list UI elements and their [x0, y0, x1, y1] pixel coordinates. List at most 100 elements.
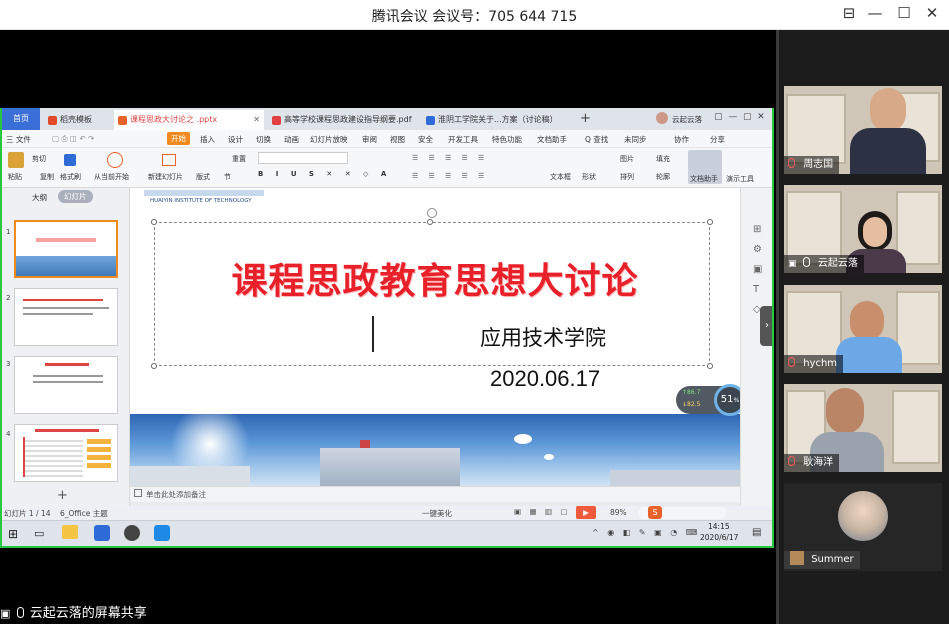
- resize-handle[interactable]: [707, 219, 713, 225]
- close-tab-icon[interactable]: ✕: [253, 110, 260, 130]
- quick-access-icons[interactable]: ▢ ⎙ ◫ ↶ ↷: [52, 134, 94, 144]
- picture-button[interactable]: 图片: [620, 154, 634, 164]
- search-button[interactable]: Q 查找: [585, 134, 608, 145]
- font-name-select[interactable]: [258, 152, 348, 164]
- menu-tab-devtools[interactable]: 开发工具: [448, 134, 478, 145]
- menu-tab-security[interactable]: 安全: [418, 134, 433, 145]
- side-tool-icons[interactable]: ⊞ ⚙ ▣ T ◇: [753, 220, 762, 320]
- menu-tab-review[interactable]: 审阅: [362, 134, 377, 145]
- slide-thumbnail-4[interactable]: [14, 424, 118, 482]
- copy-button[interactable]: 复制: [40, 172, 54, 182]
- maximize-button[interactable]: ☐: [891, 2, 917, 26]
- reset-button[interactable]: 重置: [232, 154, 246, 164]
- rotate-handle[interactable]: [427, 208, 437, 218]
- notes-bar[interactable]: 单击此处添加备注: [130, 486, 740, 502]
- close-button[interactable]: ✕: [919, 2, 945, 26]
- resize-handle[interactable]: [151, 219, 157, 225]
- resize-handle[interactable]: [427, 219, 433, 225]
- slide-editing-area: HUAIYIN INSTITUTE OF TECHNOLOGY 课程思政教育思想…: [130, 188, 740, 506]
- cut-button[interactable]: 剪切: [32, 154, 46, 164]
- add-slide-button[interactable]: +: [57, 488, 68, 503]
- play-slideshow-button[interactable]: ▶: [576, 506, 596, 519]
- slide-subtitle[interactable]: 应用技术学院: [480, 322, 606, 352]
- slide-title[interactable]: 课程思政教育思想大讨论: [190, 252, 680, 304]
- outline-button[interactable]: 轮廓: [656, 172, 670, 182]
- participant-video-tile[interactable]: 耿海洋: [784, 384, 942, 472]
- layout-button[interactable]: 版式: [196, 172, 210, 182]
- paragraph-buttons[interactable]: ☰ ☰ ☰ ☰ ☰: [412, 154, 488, 162]
- beautify-button[interactable]: 一键美化: [422, 508, 452, 519]
- menu-tab-doc-assistant[interactable]: 文档助手: [537, 134, 567, 145]
- unsynced-status[interactable]: 未同步: [624, 134, 647, 145]
- campus-banner-image: [130, 414, 740, 488]
- account-avatar[interactable]: [656, 112, 668, 124]
- share-button[interactable]: 分享: [710, 134, 725, 145]
- section-button[interactable]: 节: [224, 172, 231, 182]
- wps-app-icon[interactable]: [94, 525, 110, 541]
- participant-name: 周志国: [803, 159, 834, 170]
- new-tab-button[interactable]: +: [580, 111, 591, 126]
- slides-tab[interactable]: 幻灯片: [58, 190, 93, 203]
- menu-file[interactable]: 三 文件: [6, 134, 31, 145]
- presentation-tools-button[interactable]: 演示工具: [726, 174, 754, 184]
- arrange-button[interactable]: 排列: [620, 172, 634, 182]
- menu-tab-features[interactable]: 特色功能: [492, 134, 522, 145]
- menu-tab-home[interactable]: 开始: [167, 132, 190, 145]
- resize-handle[interactable]: [707, 363, 713, 369]
- slide-date[interactable]: 2020.06.17: [490, 366, 600, 392]
- font-style-buttons[interactable]: B I U S ✕ ✕ ◇ A: [258, 170, 391, 178]
- text-box-button[interactable]: 文本框: [550, 172, 571, 182]
- menu-tab-view[interactable]: 视图: [390, 134, 405, 145]
- wps-window-controls[interactable]: ▢ — ▢ ✕: [714, 112, 765, 122]
- wps-menubar: 三 文件 ▢ ⎙ ◫ ↶ ↷ 开始 插入 设计 切换 动画 幻灯片放映 审阅 视…: [2, 130, 772, 148]
- new-slide-icon: [162, 154, 176, 166]
- paste-button[interactable]: 粘贴: [8, 172, 22, 182]
- tencent-meeting-taskbar-icon[interactable]: [154, 525, 170, 541]
- pin-button[interactable]: ⊟: [836, 2, 862, 26]
- notification-icon[interactable]: ▤: [752, 527, 761, 538]
- file-explorer-icon[interactable]: [62, 525, 78, 539]
- menu-tab-transition[interactable]: 切换: [256, 134, 271, 145]
- view-mode-buttons[interactable]: ▣ ▦ ▥ ▢: [514, 507, 571, 516]
- download-speed: ↓82.5: [682, 401, 701, 408]
- minimize-button[interactable]: —: [862, 2, 888, 26]
- wps-home-tab[interactable]: 首页: [2, 108, 40, 130]
- windows-start-icon[interactable]: ⊞: [8, 527, 18, 541]
- sogou-ime-icon[interactable]: S: [648, 506, 662, 519]
- shapes-button[interactable]: 形状: [582, 172, 596, 182]
- wps-tab-doc[interactable]: 淮阴工学院关于...方案（讨论稿）: [422, 110, 572, 130]
- participant-avatar-tile[interactable]: Summer: [784, 483, 942, 571]
- collaborate-button[interactable]: 协作: [674, 134, 689, 145]
- menu-tab-animation[interactable]: 动画: [284, 134, 299, 145]
- play-from-current-button[interactable]: 从当前开始: [94, 172, 129, 182]
- wps-ribbon: 粘贴 剪切 复制 格式刷 从当前开始 新建幻灯片 版式 节 重置 B I U S…: [2, 148, 772, 188]
- doc-assistant-button[interactable]: 文档助手: [690, 174, 718, 184]
- slide-canvas[interactable]: 课程思政教育思想大讨论 应用技术学院 2020.06.17: [130, 208, 740, 488]
- format-painter-button[interactable]: 格式刷: [60, 172, 81, 182]
- menu-tab-insert[interactable]: 插入: [200, 134, 215, 145]
- zoom-level[interactable]: 89%: [610, 508, 627, 517]
- new-slide-button[interactable]: 新建幻灯片: [148, 172, 183, 182]
- task-view-icon[interactable]: ▭: [34, 527, 44, 540]
- slide-thumbnail-2[interactable]: [14, 288, 118, 346]
- participant-video-tile[interactable]: ▣ 云起云落: [784, 185, 942, 273]
- notes-placeholder[interactable]: 单击此处添加备注: [146, 489, 206, 500]
- system-tray-icons[interactable]: ^ ◉ ◧ ✎ ▣ ◔ ⌨: [592, 528, 700, 537]
- outline-tab[interactable]: 大纲: [32, 192, 47, 203]
- align-buttons[interactable]: ☰ ☰ ☰ ☰ ☰: [412, 172, 488, 180]
- participant-video-tile[interactable]: hychm: [784, 285, 942, 373]
- fill-button[interactable]: 填充: [656, 154, 670, 164]
- account-name[interactable]: 云起云落: [672, 114, 702, 125]
- wps-tab-docer[interactable]: 稻壳模板: [44, 110, 112, 130]
- wps-tab-pdf[interactable]: 高等学校课程思政建设指导纲要.pdf: [268, 110, 418, 130]
- menu-tab-slideshow[interactable]: 幻灯片放映: [310, 134, 348, 145]
- network-speed-widget[interactable]: ↑86.7 ↓82.5 51%: [676, 384, 746, 416]
- resize-handle[interactable]: [151, 363, 157, 369]
- menu-tab-design[interactable]: 设计: [228, 134, 243, 145]
- wps-tab-pptx[interactable]: 课程思政大讨论之 .pptx ✕: [114, 110, 264, 130]
- slide-thumbnail-1[interactable]: [14, 220, 118, 278]
- participant-video-tile[interactable]: 周志国: [784, 86, 942, 174]
- collapse-panel-button[interactable]: ›: [760, 306, 772, 346]
- slide-thumbnail-3[interactable]: [14, 356, 118, 414]
- app-icon[interactable]: [124, 525, 140, 541]
